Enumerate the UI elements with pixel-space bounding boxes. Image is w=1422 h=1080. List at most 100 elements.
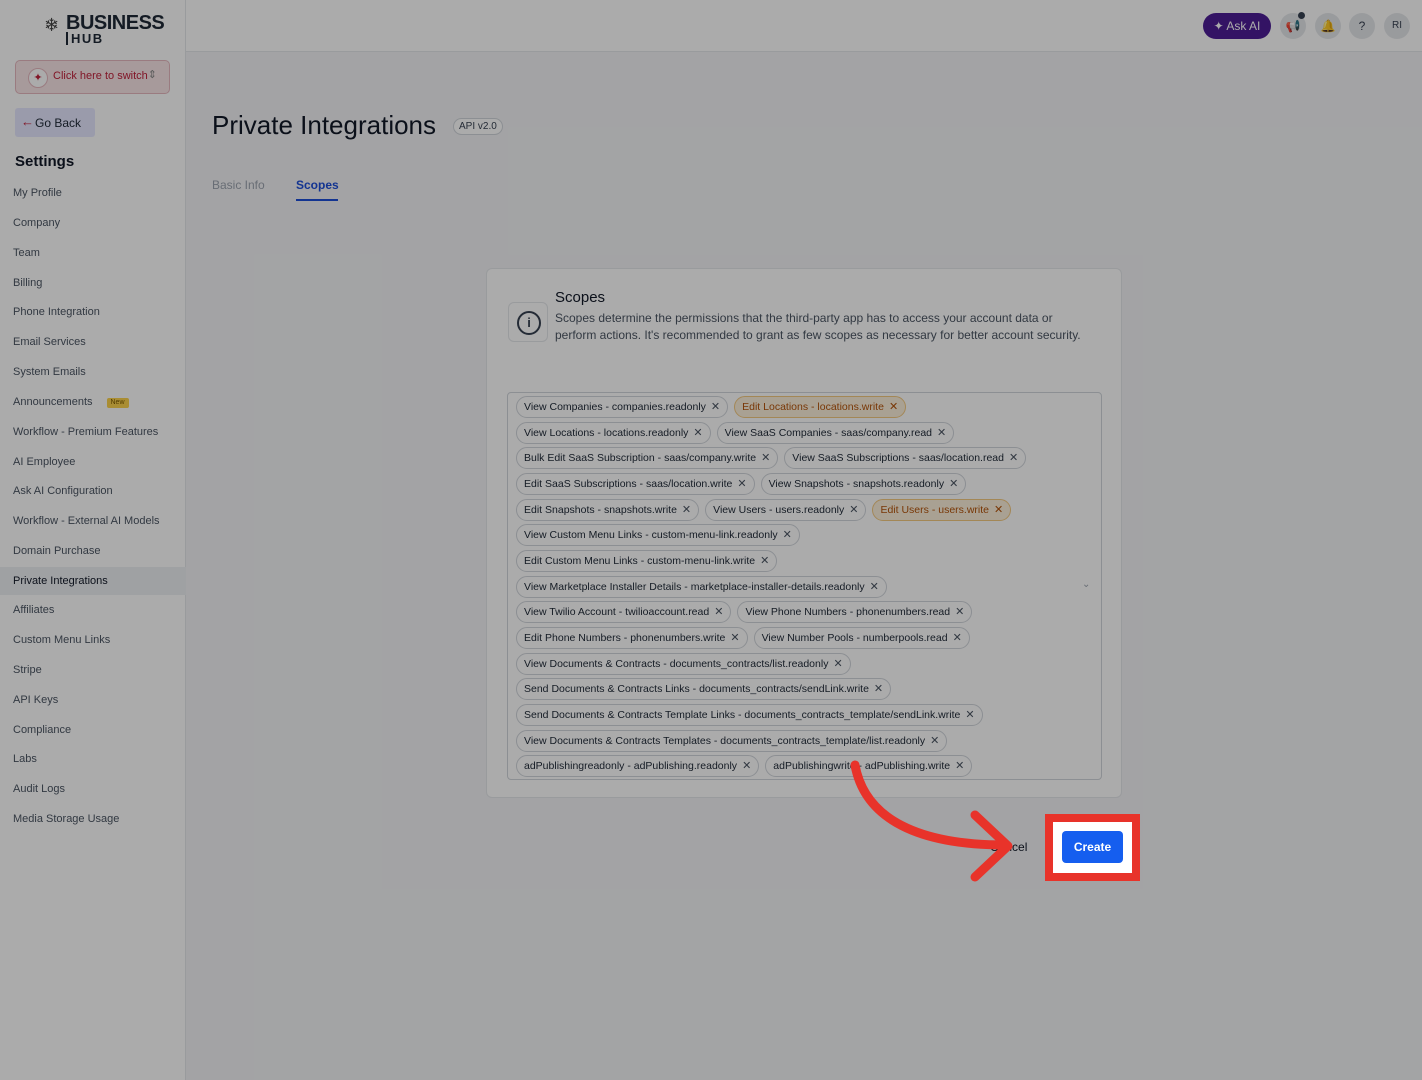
close-icon[interactable]: ✕ xyxy=(874,683,883,695)
settings-heading: Settings xyxy=(15,153,75,170)
close-icon[interactable]: ✕ xyxy=(783,529,792,541)
scope-chip-row: Edit SaaS Subscriptions - saas/location.… xyxy=(516,473,967,495)
scope-chip[interactable]: Bulk Edit SaaS Subscription - saas/compa… xyxy=(516,447,779,469)
sidebar-item-domain-purchase[interactable]: Domain Purchase xyxy=(0,537,186,565)
scope-chip[interactable]: View SaaS Companies - saas/company.read ✕ xyxy=(716,422,955,444)
scope-chip-row: View Documents & Contracts Templates - d… xyxy=(516,730,948,752)
scope-chip[interactable]: View Twilio Account - twilioaccount.read… xyxy=(516,601,732,623)
close-icon[interactable]: ✕ xyxy=(833,658,842,670)
scope-chip[interactable]: View Locations - locations.readonly ✕ xyxy=(516,422,711,444)
close-icon[interactable]: ✕ xyxy=(849,504,858,516)
arrow-left-icon: ← xyxy=(21,114,34,129)
scope-chip-row: View Twilio Account - twilioaccount.read… xyxy=(516,601,973,623)
close-icon[interactable]: ✕ xyxy=(711,401,720,413)
close-icon[interactable]: ✕ xyxy=(949,478,958,490)
close-icon[interactable]: ✕ xyxy=(682,504,691,516)
go-back-button[interactable]: ← Go Back xyxy=(15,108,95,137)
scope-chip[interactable]: Edit Phone Numbers - phonenumbers.write ✕ xyxy=(516,627,748,649)
scopes-description: Scopes determine the permissions that th… xyxy=(555,311,1081,342)
scope-chip-label: Edit Snapshots - snapshots.write xyxy=(524,504,677,516)
sidebar-item-private-integrations[interactable]: Private Integrations xyxy=(0,567,186,595)
sidebar-item-billing[interactable]: Billing xyxy=(0,269,186,297)
scope-chip[interactable]: adPublishingreadonly - adPublishing.read… xyxy=(516,755,760,777)
business-hub-logo[interactable]: ❄ BUSINESS HUB xyxy=(44,12,165,48)
scope-chip[interactable]: View Phone Numbers - phonenumbers.read ✕ xyxy=(737,601,973,623)
scope-chip[interactable]: View Number Pools - numberpools.read ✕ xyxy=(753,627,970,649)
sidebar-item-stripe[interactable]: Stripe xyxy=(0,656,186,684)
scope-chip[interactable]: View Documents & Contracts - documents_c… xyxy=(516,653,851,675)
chevron-down-icon[interactable]: ⌄ xyxy=(1082,579,1090,590)
sidebar-item-email-services[interactable]: Email Services xyxy=(0,328,186,356)
scope-chip[interactable]: View SaaS Subscriptions - saas/location.… xyxy=(784,447,1027,469)
info-icon-box: i xyxy=(508,302,548,342)
scope-chip[interactable]: Edit SaaS Subscriptions - saas/location.… xyxy=(516,473,755,495)
scope-chip[interactable]: View Users - users.readonly ✕ xyxy=(705,499,867,521)
close-icon[interactable]: ✕ xyxy=(737,478,746,490)
sidebar-item-ai-employee[interactable]: AI Employee xyxy=(0,448,186,476)
sidebar-item-company[interactable]: Company xyxy=(0,209,186,237)
close-icon[interactable]: ✕ xyxy=(730,632,739,644)
api-version-badge: API v2.0 xyxy=(453,118,503,135)
sidebar-item-affiliates[interactable]: Affiliates xyxy=(0,596,186,624)
help-icon[interactable]: ? xyxy=(1349,13,1375,39)
close-icon[interactable]: ✕ xyxy=(742,760,751,772)
tab-scopes[interactable]: Scopes xyxy=(296,178,339,192)
close-icon[interactable]: ✕ xyxy=(994,504,1003,516)
close-icon[interactable]: ✕ xyxy=(761,452,770,464)
scope-chip[interactable]: View Snapshots - snapshots.readonly ✕ xyxy=(760,473,967,495)
scope-chip-row: Send Documents & Contracts Links - docum… xyxy=(516,678,892,700)
scope-chip[interactable]: Edit Custom Menu Links - custom-menu-lin… xyxy=(516,550,778,572)
sidebar-item-audit-logs[interactable]: Audit Logs xyxy=(0,775,186,803)
sidebar-item-ask-ai-config[interactable]: Ask AI Configuration xyxy=(0,477,186,505)
scope-chip[interactable]: View Custom Menu Links - custom-menu-lin… xyxy=(516,524,800,546)
scope-chip[interactable]: Send Documents & Contracts Links - docum… xyxy=(516,678,892,700)
create-button[interactable]: Create xyxy=(1062,831,1123,863)
account-switcher[interactable]: ✦ Click here to switch ⇕ xyxy=(15,60,170,94)
scope-chip-label: adPublishingreadonly - adPublishing.read… xyxy=(524,760,738,772)
sidebar-item-compliance[interactable]: Compliance xyxy=(0,716,186,744)
user-avatar[interactable]: RI xyxy=(1384,13,1410,39)
sidebar-item-media-storage[interactable]: Media Storage Usage xyxy=(0,805,186,833)
sidebar-item-api-keys[interactable]: API Keys xyxy=(0,686,186,714)
close-icon[interactable]: ✕ xyxy=(693,427,702,439)
close-icon[interactable]: ✕ xyxy=(714,606,723,618)
sidebar-item-workflow-premium[interactable]: Workflow - Premium Features xyxy=(0,418,186,446)
sidebar-item-system-emails[interactable]: System Emails xyxy=(0,358,186,386)
scope-chip[interactable]: Edit Locations - locations.write ✕ xyxy=(734,396,907,418)
close-icon[interactable]: ✕ xyxy=(937,427,946,439)
sidebar-item-labs[interactable]: Labs xyxy=(0,745,186,773)
scope-chip-row: View Documents & Contracts - documents_c… xyxy=(516,653,851,675)
page-title: Private Integrations xyxy=(212,110,437,140)
close-icon[interactable]: ✕ xyxy=(1009,452,1018,464)
close-icon[interactable]: ✕ xyxy=(953,632,962,644)
scope-chip[interactable]: Send Documents & Contracts Template Link… xyxy=(516,704,983,726)
sidebar-item-my-profile[interactable]: My Profile xyxy=(0,179,186,207)
scope-chip[interactable]: Edit Users - users.write ✕ xyxy=(872,499,1012,521)
scope-chip-label: View Phone Numbers - phonenumbers.read xyxy=(745,606,951,618)
close-icon[interactable]: ✕ xyxy=(870,581,879,593)
scope-chip[interactable]: View Companies - companies.readonly ✕ xyxy=(516,396,729,418)
close-icon[interactable]: ✕ xyxy=(760,555,769,567)
sidebar-item-announcements[interactable]: Announcements New xyxy=(0,388,186,416)
sidebar-item-team[interactable]: Team xyxy=(0,239,186,267)
sidebar-item-workflow-external-ai[interactable]: Workflow - External AI Models xyxy=(0,507,186,535)
scope-chip[interactable]: View Marketplace Installer Details - mar… xyxy=(516,576,887,598)
ask-ai-button[interactable]: ✦ Ask AI xyxy=(1203,13,1271,39)
sidebar-item-custom-menu-links[interactable]: Custom Menu Links xyxy=(0,626,186,654)
scopes-title: Scopes xyxy=(555,289,606,306)
close-icon[interactable]: ✕ xyxy=(965,709,974,721)
scope-chip[interactable]: Edit Snapshots - snapshots.write ✕ xyxy=(516,499,700,521)
scope-chip[interactable]: View Documents & Contracts Templates - d… xyxy=(516,730,948,752)
close-icon[interactable]: ✕ xyxy=(930,735,939,747)
sidebar-item-phone-integration[interactable]: Phone Integration xyxy=(0,298,186,326)
close-icon[interactable]: ✕ xyxy=(889,401,898,413)
scope-chip-row: View Companies - companies.readonly ✕ Edit… xyxy=(516,396,907,418)
bell-icon[interactable]: 🔔 xyxy=(1315,13,1341,39)
scope-chip-label: View SaaS Companies - saas/company.read xyxy=(724,427,933,439)
tab-basic-info[interactable]: Basic Info xyxy=(212,178,265,192)
scope-chip-row: Edit Custom Menu Links - custom-menu-lin… xyxy=(516,550,778,572)
scope-chip-label: View Custom Menu Links - custom-menu-lin… xyxy=(524,529,778,541)
chevron-updown-icon: ⇕ xyxy=(147,69,157,81)
close-icon[interactable]: ✕ xyxy=(955,606,964,618)
scope-chip-label: View Number Pools - numberpools.read xyxy=(761,632,948,644)
